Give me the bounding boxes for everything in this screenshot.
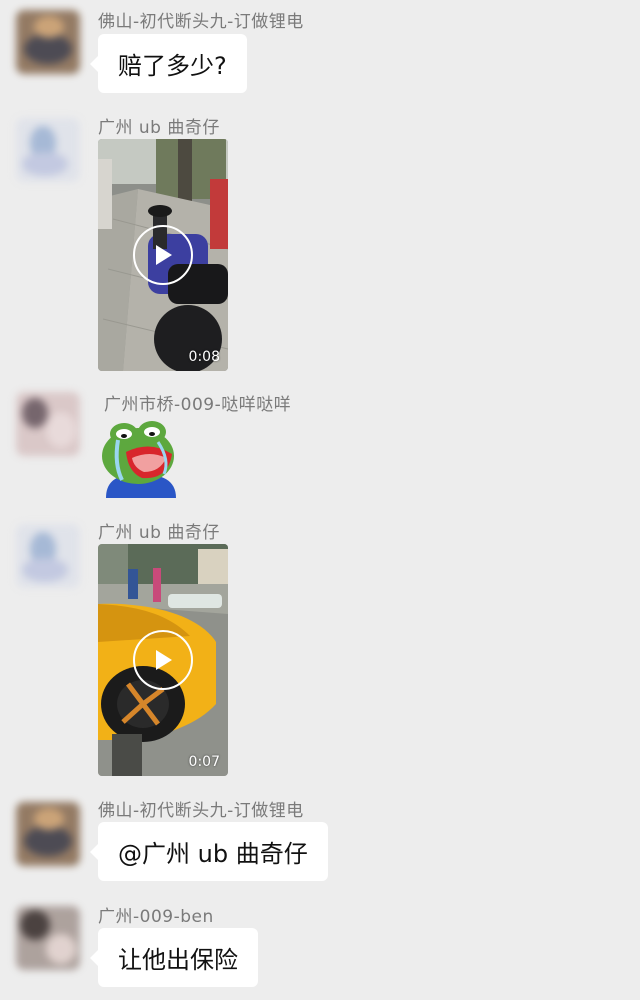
- sender-name: 佛山-初代断头九-订做锂电: [98, 12, 304, 32]
- sender-name: 广州 ub 曲奇仔: [98, 523, 220, 543]
- avatar[interactable]: [16, 524, 80, 588]
- sender-name: 广州 ub 曲奇仔: [98, 118, 220, 138]
- message-bubble[interactable]: 赔了多少?: [90, 34, 247, 93]
- video-duration: 0:08: [188, 349, 220, 365]
- avatar[interactable]: [16, 802, 80, 866]
- play-icon[interactable]: [133, 225, 193, 285]
- video-message[interactable]: 0:08: [98, 139, 228, 371]
- avatar[interactable]: [16, 118, 80, 182]
- video-duration: 0:07: [188, 754, 220, 770]
- crying-frog-sticker[interactable]: [98, 414, 182, 498]
- sender-name: 广州-009-ben: [98, 907, 214, 927]
- avatar[interactable]: [16, 10, 80, 74]
- play-icon[interactable]: [133, 630, 193, 690]
- message-bubble[interactable]: 让他出保险: [90, 928, 258, 987]
- message-bubble[interactable]: @广州 ub 曲奇仔: [90, 822, 328, 881]
- sender-name: 广州市桥-009-哒咩哒咩: [104, 395, 292, 415]
- sender-name: 佛山-初代断头九-订做锂电: [98, 801, 304, 821]
- avatar[interactable]: [16, 906, 80, 970]
- avatar[interactable]: [16, 392, 80, 456]
- video-message[interactable]: 0:07: [98, 544, 228, 776]
